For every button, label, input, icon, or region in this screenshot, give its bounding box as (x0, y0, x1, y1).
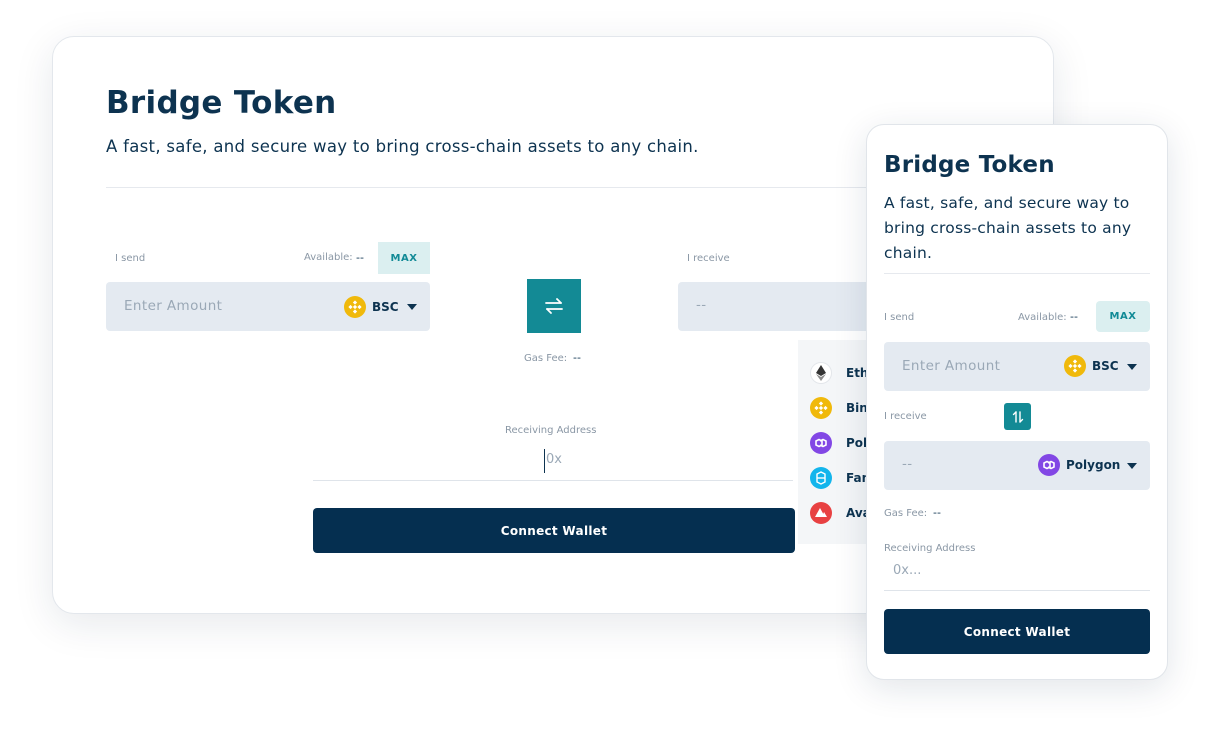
avalanche-icon (810, 502, 832, 524)
chain-option-fantom[interactable]: Fan (810, 467, 870, 489)
divider (884, 273, 1150, 274)
send-chain-select[interactable]: BSC (1064, 355, 1119, 377)
polygon-icon (1038, 454, 1060, 476)
swap-arrows-icon (545, 298, 563, 314)
send-amount-field[interactable]: Enter Amount BSC (884, 342, 1150, 391)
page-subtitle: A fast, safe, and secure way to bring cr… (106, 137, 699, 156)
receive-chain-select[interactable]: Polygon (1038, 454, 1120, 476)
swap-direction-button[interactable] (527, 279, 581, 333)
amount-input[interactable]: Enter Amount (124, 298, 222, 314)
swap-direction-button[interactable] (1004, 403, 1031, 430)
send-label: I send (884, 312, 915, 323)
receiving-address-label: Receiving Address (505, 425, 597, 436)
amount-input[interactable]: Enter Amount (902, 358, 1000, 374)
connect-wallet-button[interactable]: Connect Wallet (313, 508, 795, 553)
swap-vertical-icon (1012, 410, 1023, 423)
available-value: -- (356, 251, 364, 264)
fantom-icon (810, 467, 832, 489)
send-label: I send (115, 253, 146, 264)
connect-wallet-button[interactable]: Connect Wallet (884, 609, 1150, 654)
polygon-icon (810, 432, 832, 454)
gas-fee-value: -- (933, 506, 941, 519)
page-title: Bridge Token (106, 85, 337, 121)
max-button[interactable]: MAX (1096, 301, 1150, 332)
available-label: Available: (1018, 312, 1067, 323)
send-chain-select[interactable]: BSC (344, 296, 399, 318)
binance-icon (810, 397, 832, 419)
bsc-icon (1064, 355, 1086, 377)
gas-fee-label: Gas Fee: (884, 508, 928, 519)
address-placeholder: 0x... (893, 563, 922, 578)
bsc-icon (344, 296, 366, 318)
text-cursor (544, 449, 545, 473)
gas-fee-value: -- (573, 351, 581, 364)
ethereum-icon (810, 362, 832, 384)
max-button[interactable]: MAX (378, 242, 430, 274)
receive-chain-label: Polygon (1066, 458, 1121, 472)
chevron-down-icon[interactable] (1127, 364, 1137, 370)
receiving-address-label: Receiving Address (884, 543, 976, 554)
receive-label: I receive (687, 253, 730, 264)
receive-amount-field[interactable]: -- Polygon (884, 441, 1150, 490)
available-value: -- (1070, 310, 1078, 323)
gas-fee-label: Gas Fee: (524, 353, 568, 364)
receiving-address-input[interactable]: 0x (313, 449, 793, 481)
mobile-bridge-card: Bridge Token A fast, safe, and secure wa… (866, 124, 1168, 680)
send-chain-label: BSC (1092, 359, 1119, 373)
send-chain-label: BSC (372, 300, 399, 314)
chevron-down-icon[interactable] (407, 304, 417, 310)
receiving-address-input[interactable]: 0x... (884, 561, 1150, 591)
send-amount-field[interactable]: Enter Amount BSC (106, 282, 430, 331)
page-title: Bridge Token (884, 152, 1055, 178)
receive-label: I receive (884, 411, 927, 422)
receive-value: -- (696, 297, 707, 313)
chain-option-avalanche[interactable]: Ava (810, 502, 871, 524)
receive-value: -- (902, 456, 913, 472)
chevron-down-icon[interactable] (1127, 463, 1137, 469)
address-placeholder: 0x (546, 452, 562, 467)
available-label: Available: (304, 252, 353, 263)
page-subtitle: A fast, safe, and secure way to bring cr… (884, 194, 1132, 262)
